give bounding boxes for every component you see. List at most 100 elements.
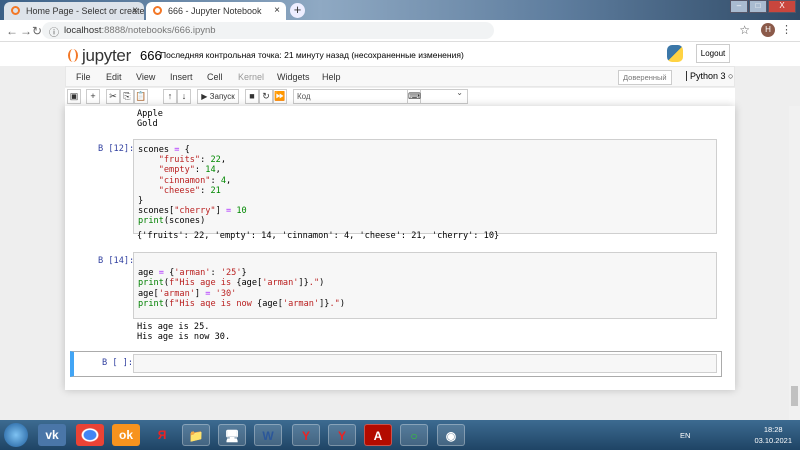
code-token: print xyxy=(138,216,164,227)
code-token: 10 xyxy=(236,206,247,217)
vk-icon[interactable]: vk xyxy=(38,424,66,446)
clock[interactable]: 18:28 03.10.2021 xyxy=(754,424,792,446)
menu-edit[interactable]: Edit xyxy=(106,72,122,82)
code-token: age xyxy=(138,268,159,279)
tab-home-page[interactable]: Home Page - Select or create a n× xyxy=(4,2,144,20)
yandex-browser-icon[interactable]: Y xyxy=(292,424,320,446)
tab-notebook[interactable]: 666 - Jupyter Notebook × xyxy=(146,2,286,20)
menu-bar: File Edit View Insert Cell Kernel Widget… xyxy=(65,66,735,87)
forward-icon[interactable]: → xyxy=(20,24,32,38)
code-cell-input-empty[interactable] xyxy=(133,354,717,373)
code-token: scones xyxy=(138,145,175,155)
code-line: "fruits": 22, xyxy=(138,155,712,165)
menu-widgets[interactable]: Widgets xyxy=(277,72,310,82)
yandex-browser-alt-icon[interactable]: Y xyxy=(328,424,356,446)
language-indicator[interactable]: EN xyxy=(680,431,690,440)
windows-taskbar: vk ok Я 📁 🖥 W Y Y A ○ ◉ EN 18:28 03.10.20… xyxy=(0,420,800,450)
address-bar-row: ← → ↻ localhost:8888/notebooks/666.ipynb… xyxy=(0,20,800,42)
code-token: f"His age is xyxy=(169,278,237,289)
code-token: ]} xyxy=(319,298,330,309)
word-icon[interactable]: W xyxy=(254,424,282,446)
menu-file[interactable]: File xyxy=(76,72,91,82)
code-cell-input[interactable]: age = {'arman': '25'} print(f"His age is … xyxy=(133,252,717,319)
save-icon[interactable]: ▣ xyxy=(67,89,81,104)
cell-prompt: В [12]: xyxy=(98,144,135,154)
close-tab-icon[interactable]: × xyxy=(132,5,138,16)
back-icon[interactable]: ← xyxy=(6,24,18,38)
jupyter-logo[interactable]: jupyter xyxy=(68,46,131,66)
odnoklassniki-icon[interactable]: ok xyxy=(112,424,140,446)
cell-type-select[interactable]: Код xyxy=(293,88,468,104)
code-token: : xyxy=(200,155,211,166)
menu-cell[interactable]: Cell xyxy=(207,72,223,82)
menu-kebab-icon[interactable]: ⋮ xyxy=(781,23,792,36)
code-line: "cheese": 21 xyxy=(138,186,712,196)
code-token: 14 xyxy=(205,165,216,176)
logout-button[interactable]: Logout xyxy=(696,44,730,63)
code-token: : xyxy=(194,165,206,176)
acrobat-icon[interactable]: A xyxy=(364,424,392,446)
reload-icon[interactable]: ↻ xyxy=(32,24,42,38)
selected-empty-cell[interactable]: В [ ]: xyxy=(70,351,722,377)
code-token: "cheese" xyxy=(158,185,201,196)
circle-app-icon[interactable]: ○ xyxy=(400,424,428,446)
code-token: "empty" xyxy=(158,165,195,176)
interrupt-icon[interactable]: ■ xyxy=(245,89,259,104)
yandex-icon[interactable]: Я xyxy=(148,424,176,446)
jupyter-favicon-icon xyxy=(11,6,20,15)
page-scrollbar[interactable] xyxy=(789,106,800,420)
new-tab-button[interactable]: + xyxy=(290,3,305,18)
chrome-active-icon[interactable]: ◉ xyxy=(437,424,465,446)
code-token: (scones) xyxy=(163,216,206,227)
copy-icon[interactable]: ⎘ xyxy=(120,89,134,104)
browser-tab-bar: Home Page - Select or create a n× 666 - … xyxy=(0,0,800,20)
cell-prompt: В [14]: xyxy=(98,256,135,266)
notebook-name[interactable]: 666 xyxy=(140,48,162,63)
notebook-toolbar: ▣ + ✂ ⎘ 📋 ↑ ↓ ▶ Запуск ■ ↻ ⏩ Код ⌨ xyxy=(65,88,735,106)
move-down-icon[interactable]: ↓ xyxy=(177,89,191,104)
url-input[interactable]: localhost:8888/notebooks/666.ipynb xyxy=(42,22,494,39)
chrome-icon[interactable] xyxy=(76,424,104,446)
code-token: print xyxy=(138,298,164,309)
menu-help[interactable]: Help xyxy=(322,72,341,82)
code-line: age = {'arman': '25'} xyxy=(138,268,712,278)
close-window-button[interactable]: X xyxy=(768,0,796,13)
menu-kernel[interactable]: Kernel xyxy=(238,72,264,82)
jupyter-header: jupyter 666 Последняя контрольная точка:… xyxy=(0,42,800,66)
remote-desktop-icon[interactable]: 🖥 xyxy=(218,424,246,446)
code-token: { xyxy=(179,145,190,155)
maximize-button[interactable]: □ xyxy=(749,0,767,13)
menu-view[interactable]: View xyxy=(136,72,155,82)
code-line: } xyxy=(138,196,712,206)
bookmark-star-icon[interactable]: ☆ xyxy=(739,23,750,37)
code-cell-input[interactable]: scones = { "fruits": 22, "empty": 14, "c… xyxy=(133,139,717,234)
profile-avatar[interactable]: H xyxy=(761,23,775,37)
code-line: "empty": 14, xyxy=(138,165,712,175)
minimize-button[interactable]: – xyxy=(730,0,748,13)
move-up-icon[interactable]: ↑ xyxy=(163,89,177,104)
code-token: , xyxy=(226,175,232,186)
restart-run-all-icon[interactable]: ⏩ xyxy=(273,89,287,104)
notebook-container: Apple Gold В [12]: scones = { "fruits": … xyxy=(65,106,735,390)
code-token: 21 xyxy=(210,185,221,196)
code-line: scones["cherry"] = 10 xyxy=(138,206,712,216)
command-palette-icon[interactable]: ⌨ xyxy=(407,89,421,104)
code-token: '25' xyxy=(220,268,242,279)
code-token: : xyxy=(210,268,221,279)
paste-icon[interactable]: 📋 xyxy=(134,89,148,104)
menu-insert[interactable]: Insert xyxy=(170,72,193,82)
close-tab-icon[interactable]: × xyxy=(274,5,280,16)
code-token: 'arman' xyxy=(158,288,195,299)
code-line: print(scones) xyxy=(138,216,712,226)
insert-cell-icon[interactable]: + xyxy=(86,89,100,104)
restart-icon[interactable]: ↻ xyxy=(259,89,273,104)
scrollbar-thumb[interactable] xyxy=(791,386,798,406)
file-explorer-icon[interactable]: 📁 xyxy=(182,424,210,446)
cut-icon[interactable]: ✂ xyxy=(106,89,120,104)
run-button[interactable]: ▶ Запуск xyxy=(197,89,239,104)
start-button[interactable] xyxy=(4,423,28,447)
trusted-badge[interactable]: Доверенный xyxy=(618,70,672,85)
